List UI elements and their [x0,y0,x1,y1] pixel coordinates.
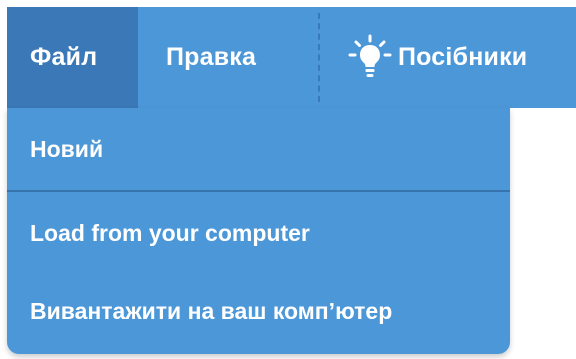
menu-item-new[interactable]: Новий [7,108,510,192]
menu-item-save-label: Вивантажити на ваш комп’ютер [30,297,393,324]
file-dropdown-menu: Новий Load from your computer Вивантажит… [7,108,510,354]
menu-item-save-to-computer[interactable]: Вивантажити на ваш комп’ютер [7,272,510,350]
edit-menu-label: Правка [166,43,257,71]
menu-item-load-label: Load from your computer [30,219,310,246]
menu-item-load-from-computer[interactable]: Load from your computer [7,194,510,272]
edit-menu-button[interactable]: Правка [138,7,318,108]
file-menu-label: Файл [30,43,98,71]
file-menu-button[interactable]: Файл [7,7,138,108]
tutorials-label: Посібники [398,43,528,71]
tutorials-button[interactable]: Посібники [320,7,576,108]
lightbulb-icon [348,34,392,82]
menu-item-new-label: Новий [30,135,104,162]
menu-bar: Файл Правка Посібники [7,7,576,108]
